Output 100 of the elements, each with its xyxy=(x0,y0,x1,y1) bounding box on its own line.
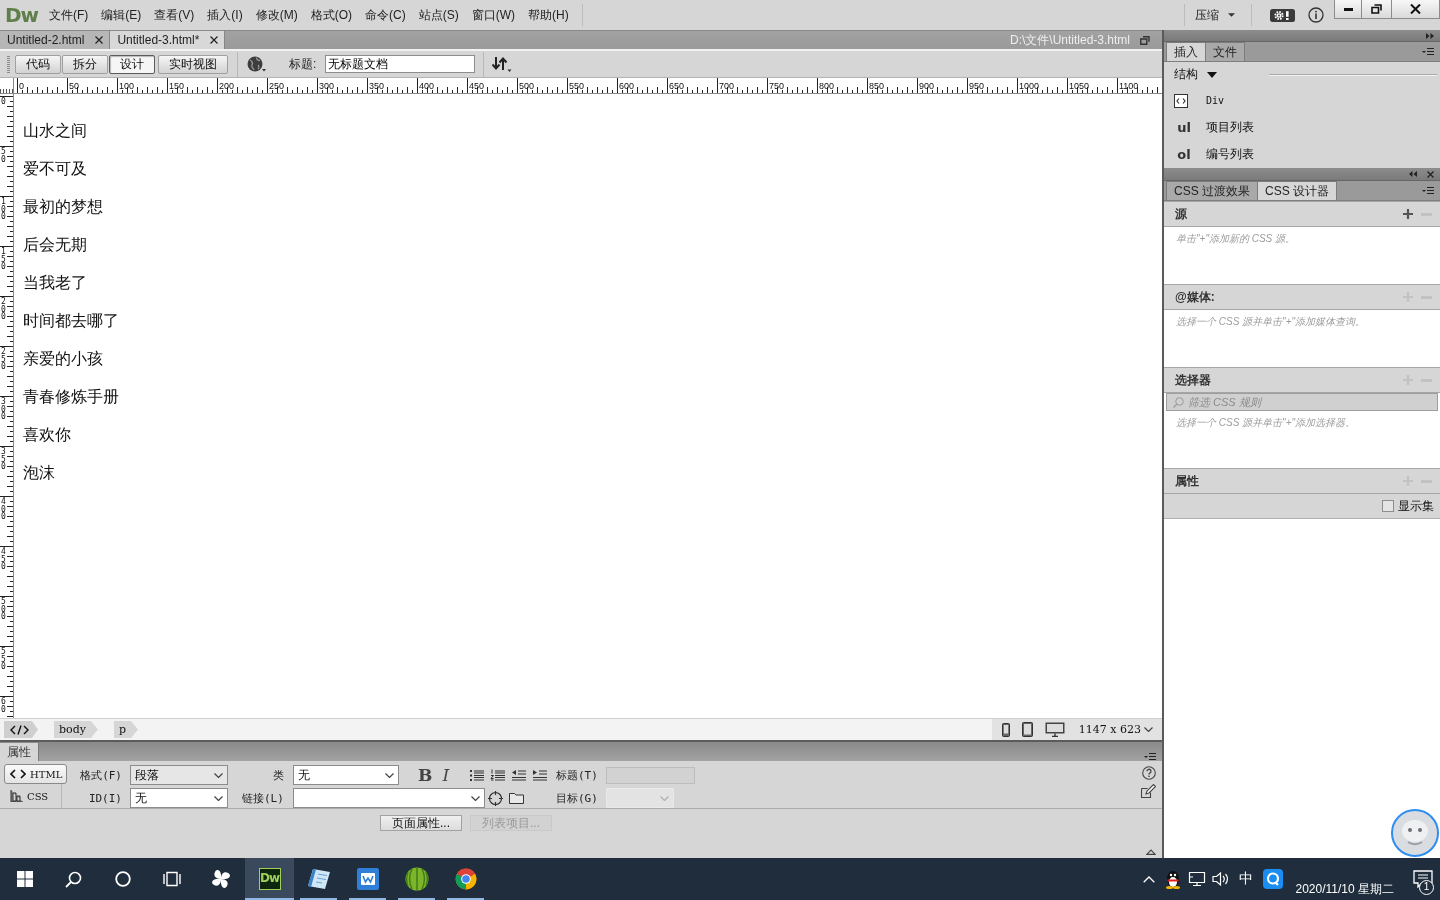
view-mode-button[interactable]: 实时视图 xyxy=(158,54,228,74)
id-select[interactable]: 无 xyxy=(130,788,228,808)
floating-assistant-button[interactable] xyxy=(1391,809,1439,857)
double-chevron-right-icon[interactable] xyxy=(1426,32,1434,39)
paragraph: 最初的梦想 xyxy=(23,197,103,217)
tray-app-button[interactable] xyxy=(1263,869,1284,889)
minimize-icon xyxy=(1343,7,1353,11)
taskbar-app-button[interactable]: Dw xyxy=(245,858,294,900)
double-chevron-left-icon[interactable] xyxy=(1409,171,1417,177)
insert-item[interactable]: ol 编号列表 xyxy=(1164,141,1440,168)
close-icon[interactable] xyxy=(95,36,104,44)
input-method-indicator[interactable]: 中 xyxy=(1239,870,1254,888)
info-button[interactable] xyxy=(1308,7,1324,23)
text-style-button[interactable]: I xyxy=(437,765,455,785)
chevron-down-icon xyxy=(471,795,480,801)
properties-tab[interactable]: 属性 xyxy=(0,743,39,761)
tag-name: ol xyxy=(1176,147,1192,162)
menu-item[interactable]: 修改(M) xyxy=(255,5,298,25)
document-tab[interactable]: Untitled-3.html* xyxy=(110,31,226,49)
notification-button[interactable]: 1 xyxy=(1406,858,1440,900)
field-label: 格式(F) xyxy=(80,767,122,783)
tablet-size-button[interactable] xyxy=(1021,722,1033,737)
insert-item[interactable]: Div xyxy=(1164,87,1440,114)
edit-button[interactable] xyxy=(1141,784,1156,798)
field-label: 目标(G) xyxy=(556,790,598,806)
view-mode-button[interactable]: 代码 xyxy=(15,54,61,74)
menu-item[interactable]: 站点(S) xyxy=(418,5,459,25)
ruler-label: 0 xyxy=(1,98,6,106)
menu-item[interactable]: 格式(O) xyxy=(310,5,352,25)
crosshair-icon xyxy=(488,790,503,806)
title-input[interactable]: 无标题文档 xyxy=(325,55,476,73)
ruler-label: 850 xyxy=(869,81,885,91)
gear-alert-icon xyxy=(1270,8,1295,22)
minimize-button[interactable] xyxy=(1334,0,1362,19)
menu-item[interactable]: 编辑(E) xyxy=(101,5,142,25)
ruler-label: 650 xyxy=(669,81,685,91)
paragraph: 泡沫 xyxy=(23,463,55,483)
text-style-button[interactable]: B xyxy=(413,765,438,785)
globe-icon xyxy=(247,55,266,73)
app-tile-icon xyxy=(356,868,379,890)
ruler-label: 950 xyxy=(969,81,985,91)
taskbar-date[interactable]: 2020/11/10 星期二 xyxy=(1295,882,1394,896)
ruler-label: 550 xyxy=(1,648,6,671)
globe-menu-button[interactable] xyxy=(247,55,266,73)
ruler-label: 550 xyxy=(569,81,585,91)
close-icon[interactable] xyxy=(1427,170,1434,178)
panel-tab[interactable]: 插入 xyxy=(1166,42,1206,61)
tag-name: ul xyxy=(1176,120,1192,135)
panel-menu-icon[interactable] xyxy=(1422,186,1434,195)
gear-alert-button[interactable] xyxy=(1270,8,1295,22)
menu-item[interactable]: 查看(V) xyxy=(154,5,195,25)
close-icon[interactable] xyxy=(210,36,219,44)
document-tab[interactable]: Untitled-2.html xyxy=(0,31,111,49)
menu-item[interactable]: 窗口(W) xyxy=(471,5,515,25)
panel-tab[interactable]: CSS 过渡效果 xyxy=(1166,181,1258,200)
menu-item[interactable]: 帮助(H) xyxy=(528,5,569,25)
ruler-label: 50 xyxy=(69,81,79,91)
chevron-down-icon xyxy=(1144,727,1153,732)
desktop-size-button[interactable] xyxy=(1044,722,1065,737)
code-tag-button[interactable] xyxy=(4,721,38,738)
volume-icon xyxy=(1212,871,1231,887)
show-set-checkbox[interactable] xyxy=(1382,500,1394,512)
help-button[interactable] xyxy=(1141,766,1156,780)
panel-menu-icon[interactable] xyxy=(1422,47,1434,56)
mode-toggle-button[interactable]: HTML xyxy=(4,764,68,784)
chevron-down-icon xyxy=(214,772,223,778)
chevron-up-icon xyxy=(1143,875,1156,883)
tag-breadcrumb[interactable]: p xyxy=(113,721,138,738)
sort-button[interactable] xyxy=(492,56,513,72)
paragraph: 时间都去哪了 xyxy=(23,311,119,331)
category-dropdown[interactable]: 结构 xyxy=(1174,66,1217,83)
panel-tab[interactable]: CSS 设计器 xyxy=(1257,181,1338,200)
close-button[interactable] xyxy=(1391,0,1440,19)
restore-button[interactable] xyxy=(1361,0,1392,19)
ruler-label: 750 xyxy=(769,81,785,91)
plus-icon[interactable] xyxy=(1403,209,1413,219)
panel-menu-icon[interactable] xyxy=(1144,753,1156,761)
insert-item[interactable]: ul 项目列表 xyxy=(1164,114,1440,141)
mode-toggle-button[interactable]: CSS xyxy=(4,786,54,806)
panel-tab[interactable]: 文件 xyxy=(1205,42,1245,61)
info-icon xyxy=(1308,7,1324,23)
notebook-icon xyxy=(306,868,331,890)
sort-arrows-icon xyxy=(492,56,513,72)
tag-breadcrumb[interactable]: body xyxy=(54,721,98,738)
view-mode-button[interactable]: 拆分 xyxy=(62,54,108,74)
class-select[interactable]: 无 xyxy=(293,765,399,785)
view-mode-button[interactable]: 设计 xyxy=(109,54,155,74)
triangle-up-icon[interactable] xyxy=(1146,849,1156,855)
restore-icon[interactable] xyxy=(1140,35,1150,45)
melon-icon xyxy=(404,867,429,891)
browse-folder-button[interactable] xyxy=(506,792,527,804)
panel-action-button[interactable]: 页面属性... xyxy=(380,815,462,831)
workspace-dropdown[interactable]: 压缩 xyxy=(1185,4,1251,26)
format-select[interactable]: 段落 xyxy=(130,765,228,785)
menu-item[interactable]: 文件(F) xyxy=(49,5,89,25)
menu-item[interactable]: 命令(C) xyxy=(365,5,406,25)
app-logo: Dw xyxy=(4,2,40,29)
menu-item[interactable]: 插入(I) xyxy=(207,5,243,25)
point-to-file-button[interactable] xyxy=(485,790,506,806)
phone-size-button[interactable] xyxy=(1001,722,1010,737)
